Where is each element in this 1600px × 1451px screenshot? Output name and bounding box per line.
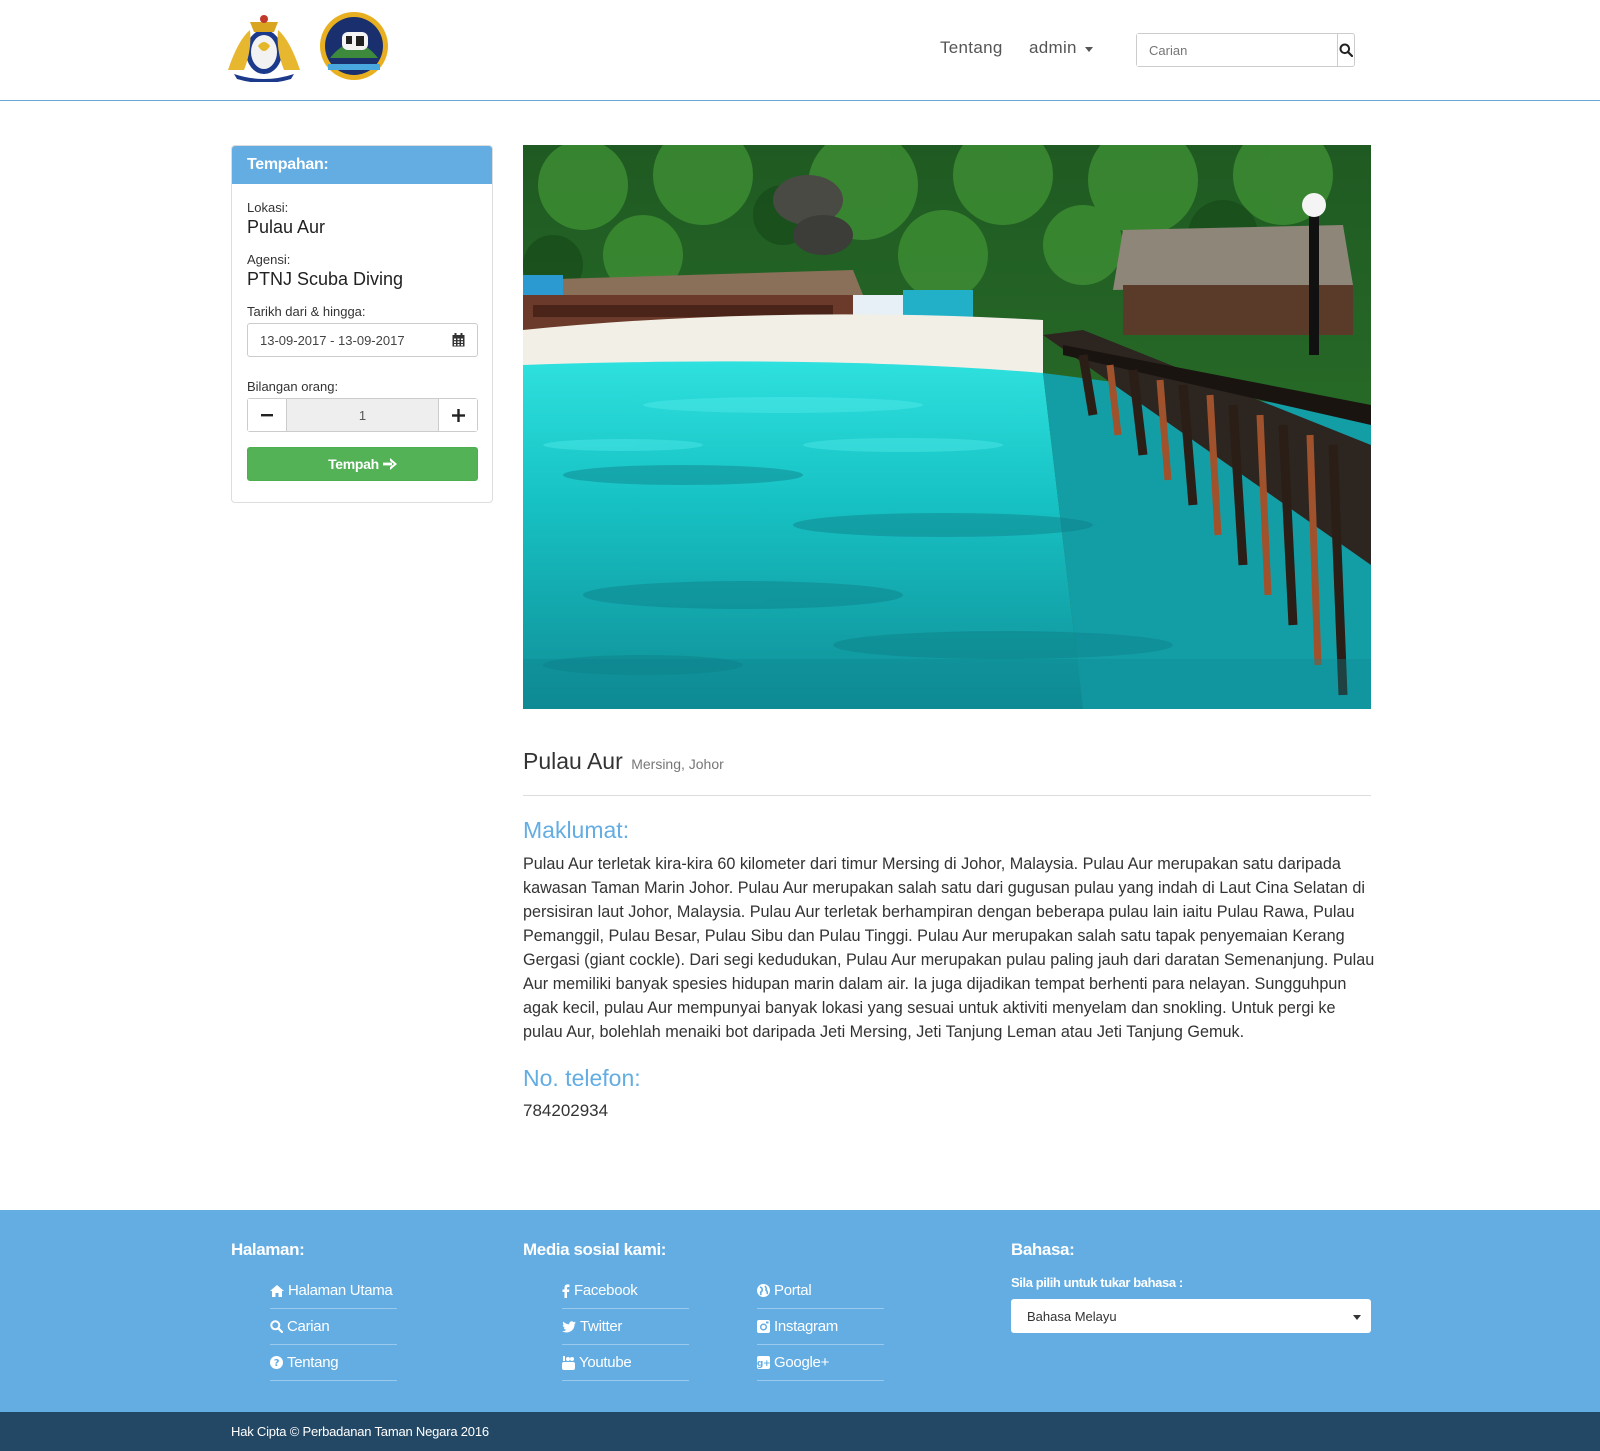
footer-link-googleplus[interactable]: g+ Google+ (757, 1345, 884, 1381)
phone-heading: No. telefon: (523, 1065, 641, 1091)
book-button[interactable]: Tempah (247, 447, 478, 481)
footer-link-home[interactable]: Halaman Utama (270, 1273, 397, 1309)
footer-social-heading: Media sosial kami: (523, 1240, 667, 1259)
decrement-button[interactable] (248, 399, 287, 431)
question-circle-icon: ? (270, 1356, 283, 1369)
footer-social-list-left: Facebook Twitter Youtube (562, 1273, 689, 1381)
footer-social-list-right: Portal Instagram g+ Google+ (757, 1273, 884, 1381)
location-value: Pulau Aur (247, 217, 326, 237)
footer-language-heading: Bahasa: (1011, 1240, 1075, 1259)
footer-link-home-label: Halaman Utama (288, 1282, 393, 1299)
people-count-input[interactable]: 1 (287, 399, 438, 431)
info-heading: Maklumat: (523, 817, 630, 843)
facebook-icon (562, 1283, 570, 1298)
footer-link-instagram[interactable]: Instagram (757, 1309, 884, 1345)
footer-link-portal-label: Portal (774, 1282, 812, 1299)
user-dropdown[interactable]: admin (1029, 38, 1093, 58)
nav-about-link[interactable]: Tentang (940, 38, 1003, 58)
search-group (1136, 33, 1355, 67)
copyright-bar: Hak Cipta © Perbadanan Taman Negara 2016 (0, 1412, 1600, 1451)
location-region: Mersing, Johor (631, 756, 724, 772)
footer-link-youtube[interactable]: Youtube (562, 1345, 689, 1381)
taman-negara-logo[interactable] (318, 10, 390, 82)
footer-link-googleplus-label: Google+ (774, 1354, 830, 1371)
twitter-icon (562, 1320, 576, 1332)
footer-link-instagram-label: Instagram (774, 1318, 838, 1335)
people-count-label: Bilangan orang: (247, 379, 339, 394)
search-input[interactable] (1137, 34, 1337, 66)
footer-link-about-label: Tentang (287, 1354, 339, 1371)
footer-link-facebook-label: Facebook (574, 1282, 638, 1299)
footer-pages-list: Halaman Utama Carian ? Tentang (270, 1273, 397, 1381)
search-icon (270, 1320, 283, 1333)
footer-link-about[interactable]: ? Tentang (270, 1345, 397, 1381)
top-navbar: Tentang admin (0, 0, 1600, 101)
book-button-label: Tempah (328, 456, 379, 472)
location-photo (523, 145, 1371, 709)
svg-text:?: ? (274, 1358, 280, 1369)
date-range-label: Tarikh dari & hingga: (247, 304, 366, 319)
state-crest-logo[interactable] (220, 10, 308, 82)
footer-link-youtube-label: Youtube (579, 1354, 632, 1371)
copyright-text: Hak Cipta © Perbadanan Taman Negara 2016 (231, 1424, 489, 1439)
logo-group (220, 10, 390, 82)
footer-link-portal[interactable]: Portal (757, 1273, 884, 1309)
caret-down-icon (1084, 46, 1093, 52)
language-select[interactable]: Bahasa Melayu (1011, 1299, 1371, 1333)
calendar-icon (452, 333, 465, 347)
user-dropdown-label: admin (1029, 38, 1077, 57)
caret-down-icon (1353, 1314, 1361, 1320)
people-count-stepper: 1 (247, 398, 478, 432)
globe-icon (757, 1284, 770, 1297)
location-description: Pulau Aur terletak kira-kira 60 kilomete… (523, 855, 1375, 1041)
footer-link-twitter[interactable]: Twitter (562, 1309, 689, 1345)
svg-text:g+: g+ (757, 1359, 770, 1369)
youtube-icon (562, 1355, 575, 1370)
footer-link-twitter-label: Twitter (580, 1318, 623, 1335)
footer-pages-heading: Halaman: (231, 1240, 305, 1259)
phone-number: 784202934 (523, 1101, 609, 1120)
search-button[interactable] (1337, 34, 1354, 66)
date-range-value: 13-09-2017 - 13-09-2017 (260, 332, 405, 348)
language-select-value: Bahasa Melayu (1027, 1308, 1117, 1324)
arrow-right-icon (382, 458, 397, 470)
footer-link-search[interactable]: Carian (270, 1309, 397, 1345)
agency-value: PTNJ Scuba Diving (247, 269, 404, 289)
site-footer: Halaman: Halaman Utama Carian ? Tentang … (0, 1210, 1600, 1412)
search-icon (1339, 43, 1353, 57)
booking-panel: Tempahan: Lokasi: Pulau Aur Agensi: PTNJ… (231, 145, 493, 503)
plus-icon (451, 408, 465, 422)
footer-link-search-label: Carian (287, 1318, 330, 1335)
location-title-row: Pulau Aur Mersing, Johor (523, 748, 1371, 796)
location-label: Lokasi: (247, 200, 289, 215)
instagram-icon (757, 1320, 770, 1333)
footer-link-facebook[interactable]: Facebook (562, 1273, 689, 1309)
home-icon (270, 1284, 284, 1297)
booking-panel-heading: Tempahan: (232, 146, 492, 184)
google-plus-icon: g+ (757, 1356, 770, 1369)
booking-panel-body: Lokasi: Pulau Aur Agensi: PTNJ Scuba Div… (232, 184, 492, 497)
date-range-field[interactable]: 13-09-2017 - 13-09-2017 (247, 323, 478, 357)
location-title: Pulau Aur (523, 748, 623, 774)
increment-button[interactable] (438, 399, 477, 431)
minus-icon (261, 414, 273, 417)
agency-label: Agensi: (247, 252, 291, 267)
language-select-label: Sila pilih untuk tukar bahasa : (1011, 1275, 1183, 1290)
